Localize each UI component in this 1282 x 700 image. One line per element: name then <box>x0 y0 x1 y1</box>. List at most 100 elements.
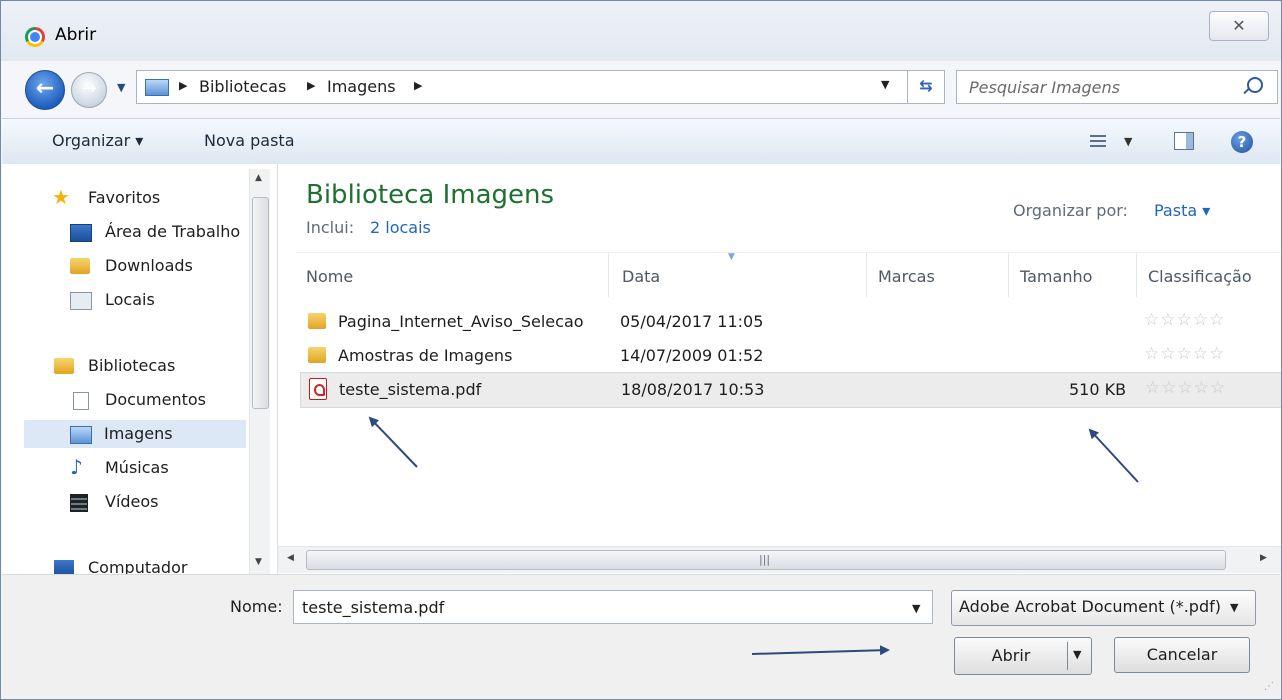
pdf-file-icon <box>309 378 327 400</box>
breadcrumb-arrow-icon[interactable]: ▶ <box>414 79 422 92</box>
file-list-pane: Biblioteca Imagens Inclui: 2 locais Orga… <box>278 164 1281 574</box>
sidebar-item-label: Área de Trabalho <box>105 222 241 241</box>
breadcrumb-arrow-icon[interactable]: ▶ <box>307 79 315 92</box>
new-folder-button[interactable]: Nova pasta <box>204 131 295 150</box>
recent-pages-dropdown[interactable]: ▼ <box>117 81 125 94</box>
star-icon: ★ <box>52 185 70 209</box>
column-header-rating[interactable]: Classificação <box>1148 267 1252 286</box>
organize-button[interactable]: Organizar ▾ <box>52 131 143 150</box>
scroll-up-icon[interactable]: ▲ <box>255 173 262 183</box>
libraries-icon <box>54 358 74 374</box>
video-icon <box>70 494 88 512</box>
preview-pane-icon[interactable] <box>1174 132 1194 150</box>
file-name: teste_sistema.pdf <box>339 380 482 399</box>
file-size: 510 KB <box>1069 380 1127 399</box>
file-name: Amostras de Imagens <box>338 346 513 365</box>
search-icon[interactable] <box>1247 77 1263 93</box>
open-options-dropdown[interactable]: ▼ <box>1073 648 1081 661</box>
recent-places-icon <box>70 292 92 310</box>
file-name: Pagina_Internet_Aviso_Selecao <box>338 312 584 331</box>
sidebar-item-label: Documentos <box>105 390 207 409</box>
search-input[interactable] <box>957 71 1251 103</box>
rating-stars[interactable]: ☆☆☆☆☆ <box>1144 310 1225 330</box>
open-file-dialog: Abrir ✕ ← → ▼ ▶ Bibliotecas ▶ Imagens ▶ … <box>0 0 1282 700</box>
navigation-scrollbar[interactable]: ▲ ▼ <box>249 169 270 575</box>
scrollbar-thumb[interactable]: ||| <box>306 550 1226 570</box>
navigation-pane: ★ Favoritos Área de Trabalho Downloads L… <box>2 164 278 574</box>
sidebar-item-label: Computador <box>88 558 188 574</box>
horizontal-scrollbar[interactable]: ◀ ||| ▶ <box>278 546 1281 573</box>
open-button[interactable]: Abrir ▼ <box>954 637 1092 675</box>
column-header-name[interactable]: Nome <box>306 267 353 286</box>
file-name-label: Nome: <box>230 597 283 616</box>
file-name-dropdown[interactable]: ▼ <box>912 602 920 615</box>
cancel-button[interactable]: Cancelar <box>1114 637 1250 673</box>
sidebar-item-imagens[interactable]: Imagens <box>24 420 246 448</box>
breadcrumb-arrow-icon[interactable]: ▶ <box>179 79 187 92</box>
table-row[interactable]: Amostras de Imagens 14/07/2009 01:52 ☆☆☆… <box>300 339 1281 373</box>
command-bar: Organizar ▾ Nova pasta ▼ ? <box>2 118 1280 165</box>
window-title: Abrir <box>55 25 97 45</box>
column-divider[interactable] <box>1136 253 1137 297</box>
breadcrumb-bibliotecas[interactable]: Bibliotecas <box>199 77 286 96</box>
file-date: 05/04/2017 11:05 <box>620 312 764 331</box>
file-type-select[interactable]: Adobe Acrobat Document (*.pdf) ▼ <box>951 590 1256 626</box>
sidebar-item-label: Vídeos <box>105 492 159 511</box>
file-date: 18/08/2017 10:53 <box>621 380 765 399</box>
document-icon <box>73 392 89 410</box>
arrange-by-label: Organizar por: <box>1013 201 1128 220</box>
resize-grip-icon[interactable]: ⋰ <box>1264 681 1274 692</box>
column-header-size[interactable]: Tamanho <box>1020 267 1092 286</box>
open-button-label: Abrir <box>991 646 1031 665</box>
file-type-value: Adobe Acrobat Document (*.pdf) <box>959 597 1221 616</box>
table-row-selected[interactable]: teste_sistema.pdf 18/08/2017 10:53 510 K… <box>300 372 1281 408</box>
folder-icon <box>308 347 326 363</box>
file-name-input[interactable] <box>293 590 933 624</box>
downloads-folder-icon <box>70 258 90 274</box>
sidebar-item-label: Bibliotecas <box>88 356 176 375</box>
title-bar: Abrir ✕ <box>1 1 1281 61</box>
chrome-app-icon <box>25 27 45 47</box>
sidebar-item-label: Locais <box>105 290 155 309</box>
chevron-down-icon: ▼ <box>1230 601 1239 614</box>
scroll-right-icon[interactable]: ▶ <box>1260 553 1267 563</box>
back-button[interactable]: ← <box>25 70 65 110</box>
dialog-footer: Nome: ▼ Adobe Acrobat Document (*.pdf) ▼… <box>2 574 1280 699</box>
breadcrumb-imagens[interactable]: Imagens <box>327 77 396 96</box>
address-dropdown[interactable]: ▼ <box>881 78 889 91</box>
help-icon[interactable]: ? <box>1231 131 1253 153</box>
refresh-button[interactable]: ⇆ <box>907 70 945 104</box>
arrow-left-icon: ← <box>35 76 55 101</box>
view-options-icon[interactable] <box>1090 135 1106 148</box>
column-divider[interactable] <box>1008 253 1009 297</box>
computer-icon <box>54 560 74 574</box>
rating-stars[interactable]: ☆☆☆☆☆ <box>1145 378 1226 398</box>
close-button[interactable]: ✕ <box>1209 11 1269 41</box>
column-divider[interactable] <box>866 253 867 297</box>
library-title: Biblioteca Imagens <box>306 180 555 210</box>
forward-button[interactable]: → <box>71 72 107 108</box>
scrollbar-thumb[interactable] <box>252 197 269 409</box>
library-icon <box>145 79 169 96</box>
music-icon: ♪ <box>70 455 83 479</box>
table-row[interactable]: Pagina_Internet_Aviso_Selecao 05/04/2017… <box>300 305 1281 339</box>
includes-locations-link[interactable]: 2 locais <box>370 218 431 237</box>
address-bar[interactable]: ▶ Bibliotecas ▶ Imagens ▶ <box>136 70 908 104</box>
includes-label: Inclui: <box>306 218 355 237</box>
sidebar-item-label: Downloads <box>105 256 193 275</box>
split-divider <box>1067 642 1068 670</box>
column-headers: Nome Data ▼ Marcas Tamanho Classificação <box>296 252 1281 297</box>
rating-stars[interactable]: ☆☆☆☆☆ <box>1144 344 1225 364</box>
folder-icon <box>308 313 326 329</box>
desktop-icon <box>70 224 92 242</box>
pictures-icon <box>70 426 92 444</box>
arrange-by-dropdown[interactable]: Pasta ▾ <box>1154 201 1210 220</box>
column-divider[interactable] <box>608 253 609 297</box>
refresh-icon: ⇆ <box>919 76 933 95</box>
column-header-date[interactable]: Data <box>622 267 660 286</box>
view-dropdown[interactable]: ▼ <box>1124 135 1132 148</box>
scroll-down-icon[interactable]: ▼ <box>255 557 262 567</box>
scroll-left-icon[interactable]: ◀ <box>287 553 294 563</box>
sidebar-item-label: Músicas <box>105 458 169 477</box>
column-header-tags[interactable]: Marcas <box>878 267 935 286</box>
